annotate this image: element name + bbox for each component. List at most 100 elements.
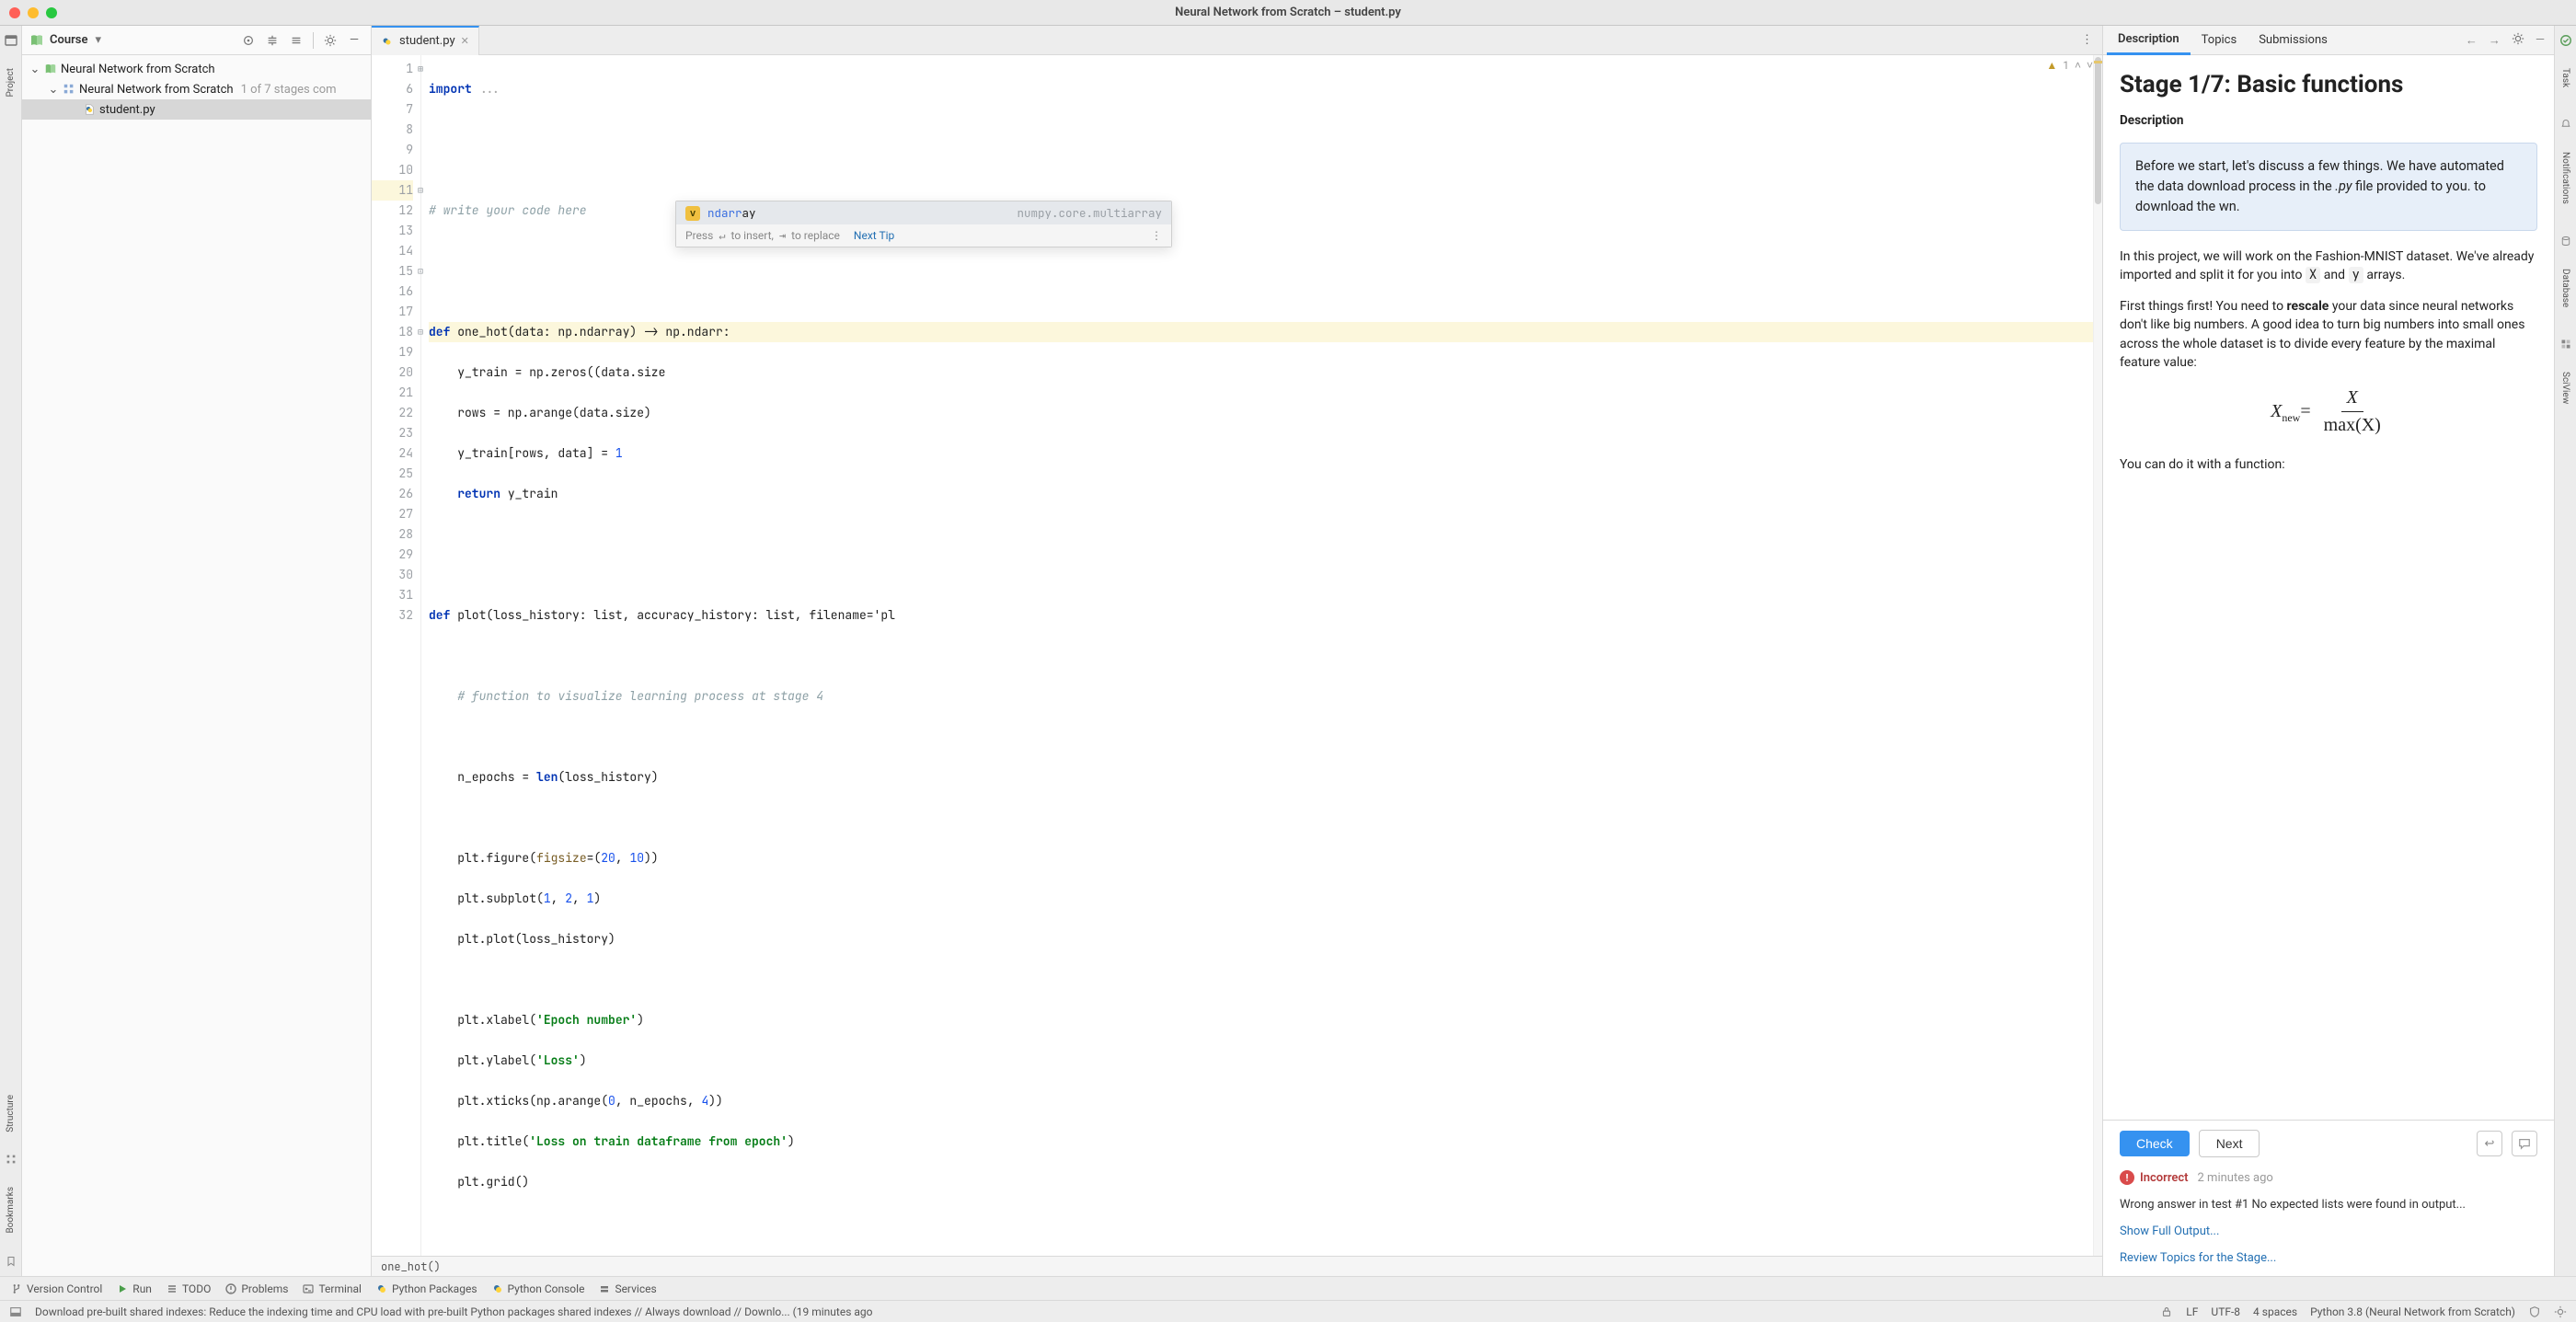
course-title[interactable]: Course xyxy=(50,33,87,47)
status-lf[interactable]: LF xyxy=(2186,1305,2198,1318)
status-badge: ! Incorrect xyxy=(2120,1170,2189,1185)
status-tool-icon[interactable] xyxy=(9,1305,22,1318)
chevron-down-icon[interactable]: ⌄ xyxy=(29,63,40,76)
editor-tabs: student.py ✕ ⋮ xyxy=(372,26,2102,55)
tree-stage[interactable]: ⌄ Neural Network from Scratch 1 of 7 sta… xyxy=(22,79,371,99)
next-button[interactable]: Next xyxy=(2199,1130,2260,1157)
structure-icon[interactable] xyxy=(4,1152,18,1167)
maximize-icon[interactable] xyxy=(46,7,57,18)
chevron-down-icon[interactable]: ▾ xyxy=(95,33,101,47)
autocomplete-hint: Press ↵ to insert, ⇥ to replace Next Tip… xyxy=(676,224,1171,247)
task-panel: Description Topics Submissions ← → — Sta… xyxy=(2103,26,2554,1276)
review-topics-link[interactable]: Review Topics for the Stage... xyxy=(2120,1251,2537,1265)
bottom-toolstrip: Version Control Run TODO Problems Termin… xyxy=(0,1276,2576,1300)
warning-icon[interactable]: ▲ xyxy=(2046,59,2057,72)
more-options-icon[interactable]: ⋮ xyxy=(1151,229,1162,242)
tool-todo[interactable]: TODO xyxy=(167,1282,211,1295)
variable-badge-icon: v xyxy=(685,206,700,221)
titlebar: Neural Network from Scratch – student.py xyxy=(0,0,2576,26)
expand-all-icon[interactable] xyxy=(263,31,282,50)
locate-icon[interactable] xyxy=(239,31,258,50)
rail-sciview-label[interactable]: SciView xyxy=(2560,368,2570,408)
warning-count: 1 xyxy=(2063,59,2069,72)
task-tool-icon[interactable] xyxy=(2559,33,2573,48)
hide-panel-icon[interactable]: — xyxy=(345,31,363,50)
editor-tab-label: student.py xyxy=(399,34,455,48)
check-button[interactable]: Check xyxy=(2120,1131,2190,1156)
comment-icon[interactable] xyxy=(2512,1131,2537,1156)
tree-root-label: Neural Network from Scratch xyxy=(61,63,215,76)
collapse-all-icon[interactable] xyxy=(287,31,305,50)
info-note: Before we start, let's discuss a few thi… xyxy=(2120,143,2537,230)
section-icon xyxy=(63,83,75,96)
tool-run[interactable]: Run xyxy=(117,1282,152,1295)
minimize-icon[interactable] xyxy=(28,7,39,18)
tool-python-packages[interactable]: Python Packages xyxy=(376,1282,477,1295)
next-tip-link[interactable]: Next Tip xyxy=(854,229,894,242)
back-icon[interactable]: ← xyxy=(2460,33,2483,48)
tab-overflow-icon[interactable]: ⋮ xyxy=(2072,33,2102,47)
show-output-link[interactable]: Show Full Output... xyxy=(2120,1224,2537,1238)
sciview-icon[interactable] xyxy=(2559,337,2573,351)
forward-icon[interactable]: → xyxy=(2483,33,2506,48)
window-controls[interactable] xyxy=(0,7,57,18)
bookmark-icon[interactable] xyxy=(4,1254,18,1269)
status-interpreter[interactable]: Python 3.8 (Neural Network from Scratch) xyxy=(2310,1305,2515,1318)
tab-submissions[interactable]: Submissions xyxy=(2248,26,2339,55)
tool-problems[interactable]: Problems xyxy=(225,1282,288,1295)
bell-icon[interactable] xyxy=(2559,117,2573,132)
autocomplete-item[interactable]: v ndarray numpy.core.multiarray xyxy=(676,201,1171,224)
scrollbar[interactable] xyxy=(2093,55,2102,1256)
task-description: Stage 1/7: Basic functions Description B… xyxy=(2103,55,2554,1120)
database-icon[interactable] xyxy=(2559,234,2573,248)
tool-terminal[interactable]: Terminal xyxy=(303,1282,362,1295)
rail-structure-label[interactable]: Structure xyxy=(6,1091,16,1136)
python-file-icon xyxy=(381,35,394,48)
code-comment: # write your code here xyxy=(429,201,587,221)
close-icon[interactable] xyxy=(9,7,20,18)
tree-file[interactable]: student.py xyxy=(22,99,371,120)
desc-paragraph: You can do it with a function: xyxy=(2120,455,2537,474)
status-time: 2 minutes ago xyxy=(2198,1171,2273,1185)
shield-icon[interactable] xyxy=(2528,1305,2541,1318)
tree-file-label: student.py xyxy=(99,103,155,117)
autocomplete-popup[interactable]: v ndarray numpy.core.multiarray Press ↵ … xyxy=(675,201,1172,247)
rail-notifications-label[interactable]: Notifications xyxy=(2560,148,2570,208)
revert-icon[interactable]: ↩ xyxy=(2477,1131,2502,1156)
status-message[interactable]: Download pre-built shared indexes: Reduc… xyxy=(35,1305,2147,1318)
autocomplete-package: numpy.core.multiarray xyxy=(1017,205,1162,221)
status-indent[interactable]: 4 spaces xyxy=(2253,1305,2297,1318)
gear-icon[interactable] xyxy=(321,31,339,50)
next-highlight-icon[interactable]: ˅ xyxy=(2087,59,2093,72)
rail-database-label[interactable]: Database xyxy=(2560,265,2570,311)
project-tool-icon[interactable] xyxy=(4,33,18,48)
rail-bookmarks-label[interactable]: Bookmarks xyxy=(6,1183,16,1237)
tool-python-console[interactable]: Python Console xyxy=(492,1282,585,1295)
code-body[interactable]: import ... # write your code here def on… xyxy=(421,55,2093,1256)
status-encoding[interactable]: UTF-8 xyxy=(2211,1305,2240,1318)
tool-services[interactable]: Services xyxy=(599,1282,656,1295)
chevron-down-icon[interactable]: ⌄ xyxy=(48,83,59,97)
course-panel: Course ▾ — ⌄ Neural Network from Scratch… xyxy=(22,26,372,1276)
book-icon xyxy=(44,63,57,75)
tree-root[interactable]: ⌄ Neural Network from Scratch xyxy=(22,59,371,79)
code-editor[interactable]: 1678910 1112131415 161718192021 22232425… xyxy=(372,55,2102,1256)
gear-icon[interactable] xyxy=(2506,32,2530,49)
hide-panel-icon[interactable]: — xyxy=(2530,33,2550,47)
rail-project-label[interactable]: Project xyxy=(6,64,16,101)
settings-icon[interactable] xyxy=(2554,1305,2567,1318)
lock-icon[interactable] xyxy=(2160,1305,2173,1318)
rail-task-label[interactable]: Task xyxy=(2560,64,2570,91)
breadcrumb[interactable]: one_hot() xyxy=(372,1256,2102,1276)
desc-paragraph: In this project, we will work on the Fas… xyxy=(2120,247,2537,285)
tool-version-control[interactable]: Version Control xyxy=(11,1282,102,1295)
tab-topics[interactable]: Topics xyxy=(2191,26,2248,55)
close-icon[interactable]: ✕ xyxy=(461,35,469,47)
editor-tab-student[interactable]: student.py ✕ xyxy=(372,26,479,55)
right-tool-rail: Task Notifications Database SciView xyxy=(2554,26,2576,1276)
course-icon xyxy=(29,33,44,48)
course-tree: ⌄ Neural Network from Scratch ⌄ Neural N… xyxy=(22,55,371,120)
prev-highlight-icon[interactable]: ˄ xyxy=(2075,59,2081,72)
check-status: ! Incorrect 2 minutes ago xyxy=(2120,1170,2537,1185)
tab-description[interactable]: Description xyxy=(2107,26,2191,55)
